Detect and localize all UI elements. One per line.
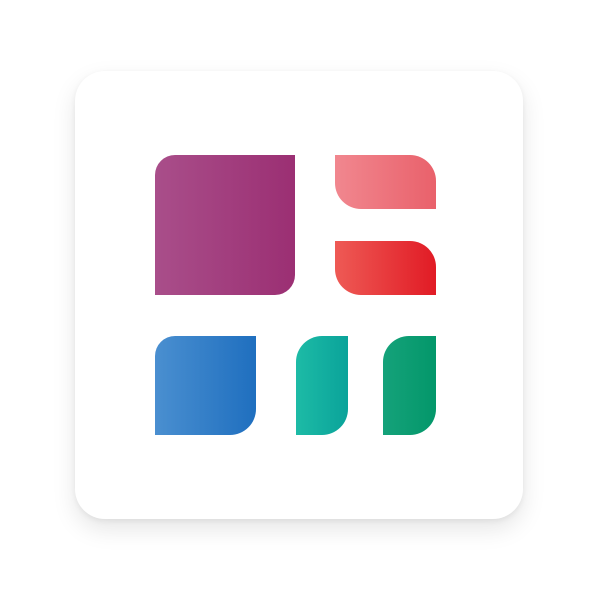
app-icon-card — [75, 71, 523, 519]
green-tile-icon — [383, 336, 436, 435]
canvas — [0, 0, 591, 591]
blue-tile-icon — [155, 336, 256, 435]
pink-tile-icon — [335, 155, 436, 209]
red-tile-icon — [335, 241, 436, 295]
teal-tile-icon — [296, 336, 348, 435]
purple-tile-icon — [155, 155, 295, 295]
